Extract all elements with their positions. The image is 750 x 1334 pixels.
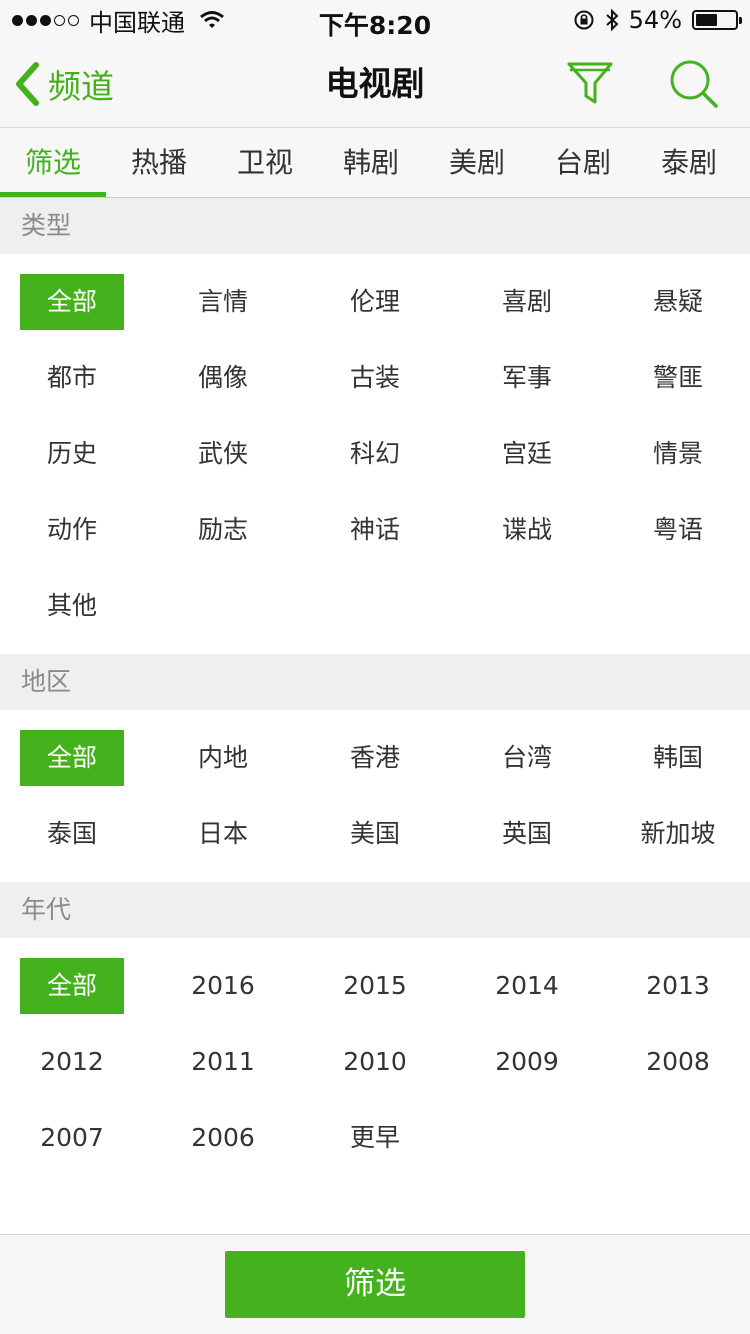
region-option[interactable]: 韩国	[626, 730, 730, 786]
bluetooth-icon	[605, 8, 619, 32]
battery-icon	[692, 10, 742, 30]
section-header-region: 地区	[0, 654, 750, 710]
region-option[interactable]: 台湾	[475, 730, 579, 786]
type-option[interactable]: 全部	[20, 274, 124, 330]
year-option[interactable]: 2013	[626, 958, 730, 1014]
year-option[interactable]: 2010	[323, 1034, 427, 1090]
section-header-year: 年代	[0, 882, 750, 938]
section-title-type: 类型	[21, 211, 72, 240]
bottom-bar: 筛选	[0, 1234, 750, 1334]
search-icon	[670, 60, 718, 108]
year-option[interactable]: 2016	[171, 958, 275, 1014]
battery-level-fill	[696, 14, 717, 26]
type-option[interactable]: 伦理	[323, 274, 427, 330]
type-option[interactable]: 神话	[323, 502, 427, 558]
type-option[interactable]: 粤语	[626, 502, 730, 558]
tab-taiwan[interactable]: 台剧	[530, 128, 636, 198]
orientation-lock-icon	[574, 10, 594, 30]
battery-percent: 54%	[628, 6, 682, 34]
type-option[interactable]: 历史	[20, 426, 124, 482]
region-option[interactable]: 泰国	[20, 806, 124, 862]
type-option[interactable]: 情景	[626, 426, 730, 482]
region-option[interactable]: 新加坡	[626, 806, 730, 862]
channel-tabs: 筛选 热播 卫视 韩剧 美剧 台剧 泰剧	[0, 128, 750, 198]
type-option[interactable]: 喜剧	[475, 274, 579, 330]
tab-filter[interactable]: 筛选	[0, 128, 106, 198]
search-button[interactable]	[666, 56, 722, 112]
page-title: 电视剧	[325, 64, 425, 103]
year-option[interactable]: 2009	[475, 1034, 579, 1090]
type-option[interactable]: 科幻	[323, 426, 427, 482]
section-header-type: 类型	[0, 198, 750, 254]
type-option[interactable]: 言情	[171, 274, 275, 330]
type-option[interactable]: 悬疑	[626, 274, 730, 330]
type-option[interactable]: 军事	[475, 350, 579, 406]
back-button[interactable]: 频道	[14, 60, 114, 108]
tab-thai[interactable]: 泰剧	[636, 128, 742, 198]
year-option[interactable]: 2012	[20, 1034, 124, 1090]
section-title-region: 地区	[21, 667, 72, 696]
tab-hot[interactable]: 热播	[106, 128, 212, 198]
tab-korean[interactable]: 韩剧	[318, 128, 424, 198]
region-option[interactable]: 香港	[323, 730, 427, 786]
region-option[interactable]: 全部	[20, 730, 124, 786]
type-option[interactable]: 宫廷	[475, 426, 579, 482]
year-option[interactable]: 更早	[323, 1110, 427, 1166]
type-option[interactable]: 偶像	[171, 350, 275, 406]
filter-button[interactable]	[562, 56, 618, 112]
year-option[interactable]: 2008	[626, 1034, 730, 1090]
type-option[interactable]: 都市	[20, 350, 124, 406]
tab-american[interactable]: 美剧	[424, 128, 530, 198]
back-label: 频道	[48, 67, 114, 106]
type-option[interactable]: 武侠	[171, 426, 275, 482]
year-option[interactable]: 2015	[323, 958, 427, 1014]
type-option[interactable]: 其他	[20, 578, 124, 634]
chevron-left-icon	[16, 62, 39, 106]
type-option[interactable]: 动作	[20, 502, 124, 558]
region-option[interactable]: 英国	[475, 806, 579, 862]
year-option[interactable]: 2007	[20, 1110, 124, 1166]
type-option[interactable]: 警匪	[626, 350, 730, 406]
type-option[interactable]: 励志	[171, 502, 275, 558]
region-option[interactable]: 美国	[323, 806, 427, 862]
battery-tip	[739, 17, 742, 24]
filter-funnel-icon	[567, 62, 613, 104]
tab-satellite[interactable]: 卫视	[212, 128, 318, 198]
apply-filter-button[interactable]: 筛选	[225, 1251, 525, 1318]
status-right: 54%	[573, 6, 742, 34]
year-option[interactable]: 2011	[171, 1034, 275, 1090]
status-bar: 中国联通 下午8:20 54%	[0, 0, 750, 40]
year-option[interactable]: 全部	[20, 958, 124, 1014]
section-title-year: 年代	[21, 895, 72, 924]
year-option[interactable]: 2006	[171, 1110, 275, 1166]
region-option[interactable]: 日本	[171, 806, 275, 862]
navigation-bar: 频道 电视剧	[0, 40, 750, 128]
year-option[interactable]: 2014	[475, 958, 579, 1014]
type-option[interactable]: 古装	[323, 350, 427, 406]
active-tab-indicator	[0, 192, 106, 197]
type-option[interactable]: 谍战	[475, 502, 579, 558]
region-option[interactable]: 内地	[171, 730, 275, 786]
